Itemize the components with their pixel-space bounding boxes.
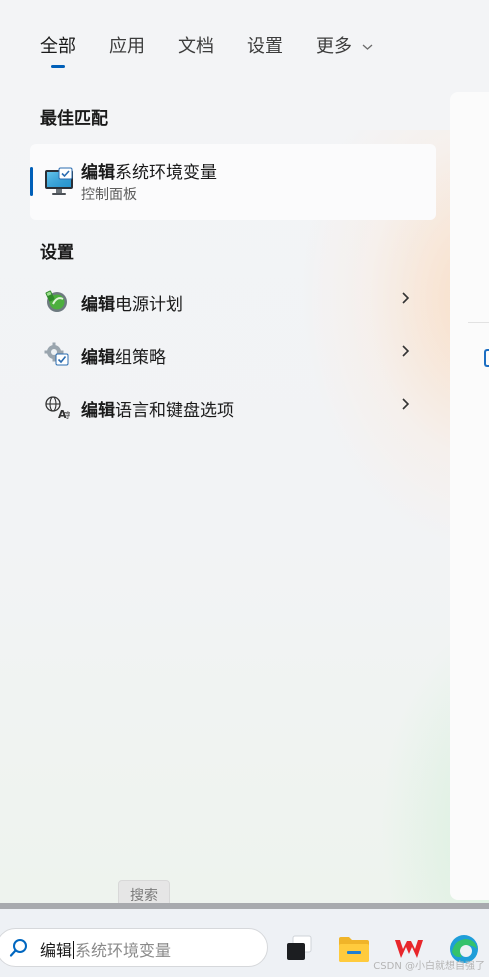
result-label: 编辑语言和键盘选项 xyxy=(81,401,234,421)
result-group-policy[interactable]: 编辑组策略 xyxy=(30,331,436,375)
divider xyxy=(468,322,489,323)
result-label: 编辑电源计划 xyxy=(81,295,183,315)
task-view-icon[interactable] xyxy=(284,934,316,964)
best-match-result[interactable]: 编辑系统环境变量 控制面板 xyxy=(30,144,436,220)
watermark: CSDN @小白就想自强了 xyxy=(373,961,485,972)
preview-pane xyxy=(450,92,489,900)
start-search-panel: 全部 应用 文档 设置 更多 最佳匹配 编辑系统环境变量 控制面板 设置 编辑电… xyxy=(0,0,489,903)
file-explorer-icon[interactable] xyxy=(338,934,370,964)
power-plan-icon xyxy=(44,288,70,314)
language-icon: A 字 xyxy=(44,394,72,421)
tab-apps[interactable]: 应用 xyxy=(109,34,145,60)
taskbar-search-box[interactable]: 编辑 系统环境变量 xyxy=(0,928,268,967)
search-input[interactable]: 编辑 系统环境变量 xyxy=(40,937,171,961)
tab-settings[interactable]: 设置 xyxy=(247,34,283,60)
text-cursor xyxy=(73,941,75,959)
selection-indicator xyxy=(30,167,33,196)
best-match-subtitle: 控制面板 xyxy=(81,187,137,203)
settings-heading: 设置 xyxy=(40,243,74,263)
tab-more[interactable]: 更多 xyxy=(316,34,373,60)
chevron-right-icon xyxy=(401,343,410,362)
group-policy-icon xyxy=(44,341,70,367)
filter-tabs: 全部 应用 文档 设置 更多 xyxy=(40,34,406,60)
tab-all[interactable]: 全部 xyxy=(40,34,76,60)
best-match-heading: 最佳匹配 xyxy=(40,109,108,129)
search-tooltip: 搜索 xyxy=(118,880,170,903)
open-action-icon[interactable] xyxy=(484,349,489,367)
result-label: 编辑组策略 xyxy=(81,348,166,368)
tab-documents[interactable]: 文档 xyxy=(178,34,214,60)
taskbar: 编辑 系统环境变量 CSDN @小白就想自强了 xyxy=(0,903,489,977)
chevron-down-icon xyxy=(362,34,373,60)
chevron-right-icon xyxy=(401,290,410,309)
svg-text:字: 字 xyxy=(64,410,70,420)
monitor-settings-icon xyxy=(44,167,74,197)
chevron-right-icon xyxy=(401,396,410,415)
result-language-keyboard[interactable]: A 字 编辑语言和键盘选项 xyxy=(30,384,436,428)
best-match-title: 编辑系统环境变量 xyxy=(81,163,217,183)
result-power-plan[interactable]: 编辑电源计划 xyxy=(30,278,436,322)
search-icon xyxy=(9,938,29,958)
